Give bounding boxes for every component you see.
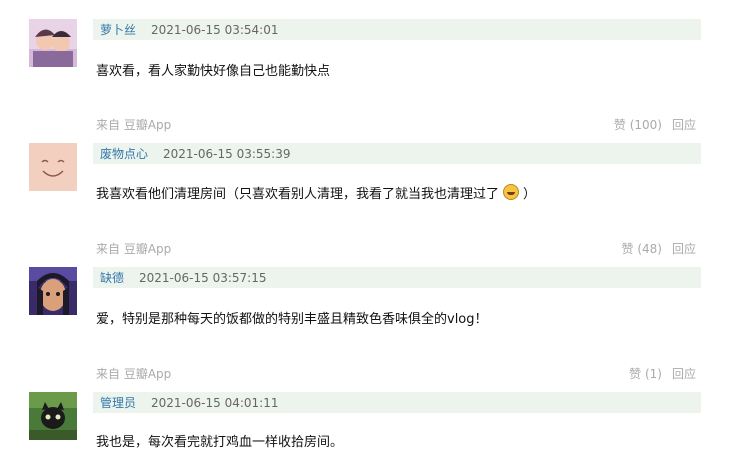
comment-text: 喜欢看，看人家勤快好像自己也能勤快点: [96, 64, 331, 79]
comment-text: 我也是，每次看完就打鸡血一样收拾房间。: [96, 435, 344, 450]
avatar[interactable]: [29, 19, 77, 67]
comment-text-end: ）: [523, 187, 537, 202]
comment-header: 缺德 2021-06-15 03:57:15: [93, 267, 701, 288]
author-link[interactable]: 废物点心: [100, 145, 148, 162]
avatar[interactable]: [29, 143, 77, 191]
comment-text: 我喜欢看他们清理房间（只喜欢看别人清理，我看了就当我也清理过了 ）: [96, 183, 536, 202]
vote-button[interactable]: 赞 (48): [622, 240, 662, 257]
comment-header: 萝卜丝 2021-06-15 03:54:01: [93, 19, 701, 40]
reply-button[interactable]: 回应: [672, 240, 696, 257]
comment-time: 2021-06-15 03:54:01: [151, 22, 279, 37]
comment-text-body: 我喜欢看他们清理房间（只喜欢看别人清理，我看了就当我也清理过了: [96, 187, 500, 202]
reply-button[interactable]: 回应: [672, 365, 696, 382]
avatar[interactable]: [29, 267, 77, 315]
comment-footer: 来自 豆瓣App 赞 (1) 回应: [96, 365, 696, 383]
vote-button[interactable]: 赞 (100): [614, 116, 662, 133]
author-link[interactable]: 缺德: [100, 269, 124, 286]
reply-button[interactable]: 回应: [672, 116, 696, 133]
source-label: 来自 豆瓣App: [96, 367, 172, 381]
comment-footer: 来自 豆瓣App 赞 (100) 回应: [96, 116, 696, 134]
comment-header: 管理员 2021-06-15 04:01:11: [93, 392, 701, 413]
comment-time: 2021-06-15 03:57:15: [139, 270, 267, 285]
comment-time: 2021-06-15 03:55:39: [163, 146, 291, 161]
comment-footer: 来自 豆瓣App 赞 (48) 回应: [96, 240, 696, 258]
source-label: 来自 豆瓣App: [96, 118, 172, 132]
comment-text: 爱，特别是那种每天的饭都做的特别丰盛且精致色香味俱全的vlog！: [96, 312, 488, 327]
comment-header: 废物点心 2021-06-15 03:55:39: [93, 143, 701, 164]
comment-time: 2021-06-15 04:01:11: [151, 395, 279, 410]
author-link[interactable]: 萝卜丝: [100, 21, 136, 38]
source-label: 来自 豆瓣App: [96, 242, 172, 256]
avatar[interactable]: [29, 392, 77, 440]
vote-button[interactable]: 赞 (1): [629, 365, 662, 382]
grin-sweat-icon: [503, 184, 520, 200]
author-link[interactable]: 管理员: [100, 394, 136, 411]
